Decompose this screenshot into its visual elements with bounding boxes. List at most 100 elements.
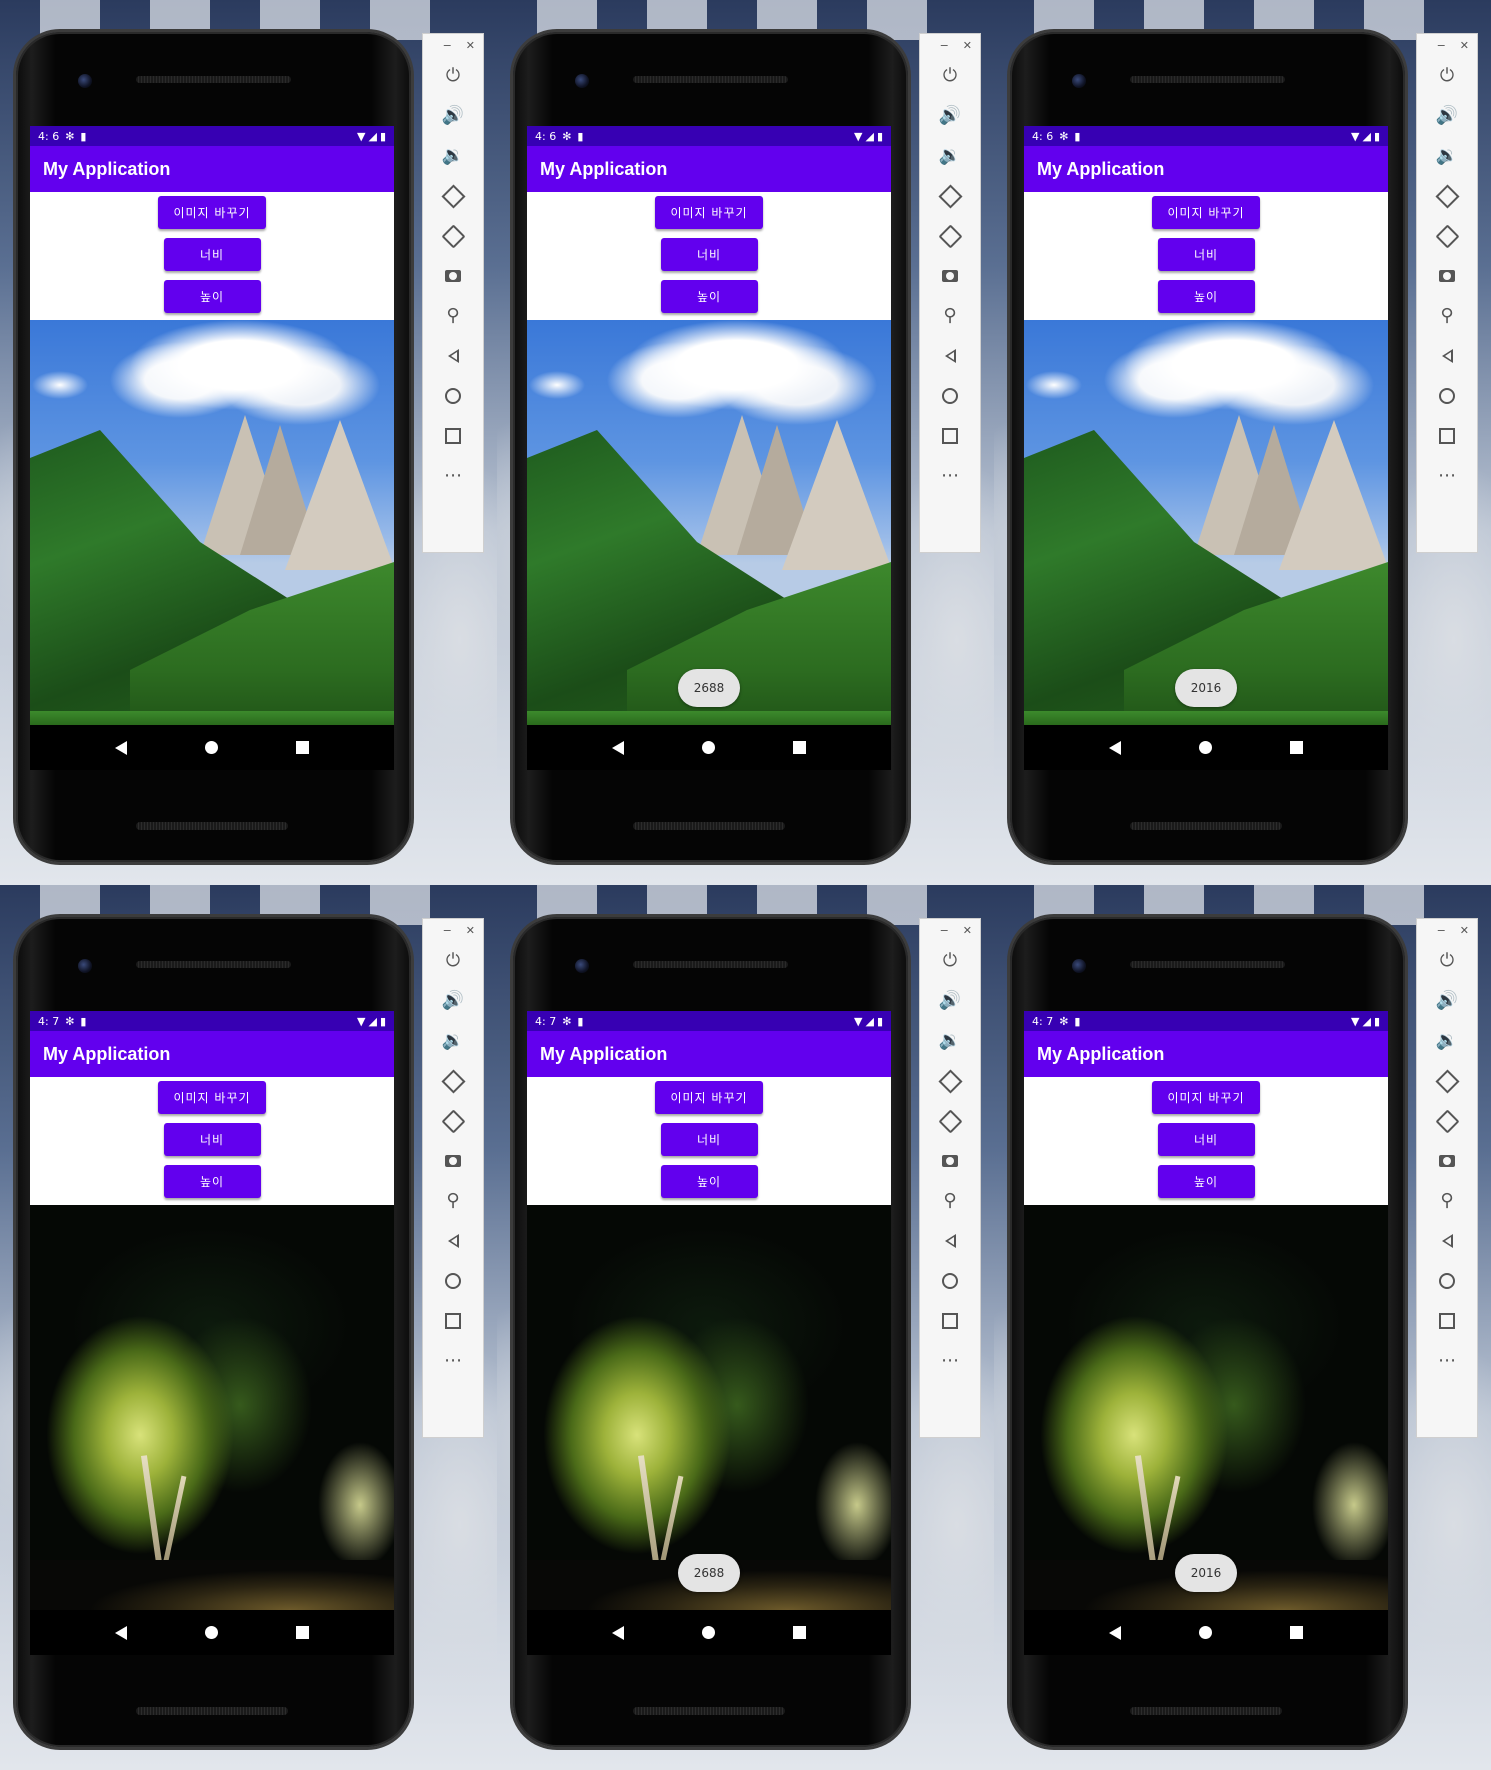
back-icon[interactable]: [115, 1625, 127, 1640]
zoom-icon[interactable]: ⚲: [441, 1189, 465, 1213]
minimize-icon[interactable]: −: [1437, 924, 1446, 937]
back-icon[interactable]: [1435, 344, 1459, 368]
rotate-left-icon[interactable]: [937, 183, 963, 209]
volume-down-icon[interactable]: 🔉: [441, 144, 465, 168]
home-icon[interactable]: [1435, 1269, 1459, 1293]
back-icon[interactable]: [938, 344, 962, 368]
volume-down-icon[interactable]: 🔉: [938, 144, 962, 168]
close-icon[interactable]: ✕: [1460, 924, 1469, 937]
width-button[interactable]: 너비: [163, 1123, 261, 1156]
more-icon[interactable]: ⋯: [1435, 1349, 1459, 1373]
device-screen[interactable]: 4: 7 ✻ ▮ ▼ ◢ ▮ My Application 이미지 바꾸기 너비: [527, 1011, 891, 1655]
power-icon[interactable]: ⏻: [441, 949, 465, 973]
change-image-button[interactable]: 이미지 바꾸기: [655, 196, 763, 229]
back-icon[interactable]: [612, 1625, 624, 1640]
width-button[interactable]: 너비: [660, 1123, 758, 1156]
rotate-right-icon[interactable]: [440, 1108, 466, 1134]
recents-icon[interactable]: [296, 741, 309, 754]
home-icon[interactable]: [702, 741, 715, 754]
change-image-button[interactable]: 이미지 바꾸기: [655, 1081, 763, 1114]
close-icon[interactable]: ✕: [1460, 39, 1469, 52]
back-icon[interactable]: [612, 740, 624, 755]
power-icon[interactable]: ⏻: [441, 64, 465, 88]
minimize-icon[interactable]: −: [940, 39, 949, 52]
home-icon[interactable]: [1199, 1626, 1212, 1639]
close-icon[interactable]: ✕: [466, 924, 475, 937]
power-icon[interactable]: ⏻: [1435, 949, 1459, 973]
back-icon[interactable]: [1435, 1229, 1459, 1253]
change-image-button[interactable]: 이미지 바꾸기: [158, 196, 266, 229]
width-button[interactable]: 너비: [1157, 1123, 1255, 1156]
height-button[interactable]: 높이: [163, 280, 261, 313]
overview-icon[interactable]: [938, 1309, 962, 1333]
minimize-icon[interactable]: −: [1437, 39, 1446, 52]
back-icon[interactable]: [1109, 740, 1121, 755]
back-icon[interactable]: [441, 1229, 465, 1253]
rotate-left-icon[interactable]: [1434, 183, 1460, 209]
screenshot-icon[interactable]: [1435, 264, 1459, 288]
device-screen[interactable]: 4: 6 ✻ ▮ ▼ ◢ ▮ My Application 이미지 바꾸기 너비: [527, 126, 891, 770]
back-icon[interactable]: [1109, 1625, 1121, 1640]
zoom-icon[interactable]: ⚲: [441, 304, 465, 328]
volume-down-icon[interactable]: 🔉: [938, 1029, 962, 1053]
zoom-icon[interactable]: ⚲: [1435, 1189, 1459, 1213]
power-icon[interactable]: ⏻: [938, 64, 962, 88]
home-icon[interactable]: [1199, 741, 1212, 754]
close-icon[interactable]: ✕: [466, 39, 475, 52]
change-image-button[interactable]: 이미지 바꾸기: [1152, 1081, 1260, 1114]
height-button[interactable]: 높이: [1157, 1165, 1255, 1198]
height-button[interactable]: 높이: [660, 1165, 758, 1198]
overview-icon[interactable]: [1435, 1309, 1459, 1333]
zoom-icon[interactable]: ⚲: [938, 1189, 962, 1213]
home-icon[interactable]: [1435, 384, 1459, 408]
recents-icon[interactable]: [793, 741, 806, 754]
rotate-left-icon[interactable]: [440, 183, 466, 209]
back-icon[interactable]: [441, 344, 465, 368]
overview-icon[interactable]: [938, 424, 962, 448]
zoom-icon[interactable]: ⚲: [938, 304, 962, 328]
volume-up-icon[interactable]: 🔊: [1435, 104, 1459, 128]
more-icon[interactable]: ⋯: [938, 1349, 962, 1373]
rotate-right-icon[interactable]: [1434, 1108, 1460, 1134]
rotate-left-icon[interactable]: [440, 1068, 466, 1094]
recents-icon[interactable]: [1290, 1626, 1303, 1639]
power-icon[interactable]: ⏻: [938, 949, 962, 973]
more-icon[interactable]: ⋯: [938, 464, 962, 488]
device-screen[interactable]: 4: 7 ✻ ▮ ▼ ◢ ▮ My Application 이미지 바꾸기 너비: [1024, 1011, 1388, 1655]
screenshot-icon[interactable]: [441, 1149, 465, 1173]
width-button[interactable]: 너비: [660, 238, 758, 271]
rotate-right-icon[interactable]: [937, 1108, 963, 1134]
close-icon[interactable]: ✕: [963, 39, 972, 52]
recents-icon[interactable]: [1290, 741, 1303, 754]
volume-up-icon[interactable]: 🔊: [938, 989, 962, 1013]
device-screen[interactable]: 4: 7 ✻ ▮ ▼ ◢ ▮ My Application 이미지 바꾸기 너비: [30, 1011, 394, 1655]
volume-up-icon[interactable]: 🔊: [441, 104, 465, 128]
home-icon[interactable]: [938, 1269, 962, 1293]
rotate-left-icon[interactable]: [937, 1068, 963, 1094]
volume-up-icon[interactable]: 🔊: [938, 104, 962, 128]
device-screen[interactable]: 4: 6 ✻ ▮ ▼ ◢ ▮ My Application 이미지 바꾸기 너비: [30, 126, 394, 770]
rotate-right-icon[interactable]: [440, 223, 466, 249]
more-icon[interactable]: ⋯: [441, 464, 465, 488]
rotate-left-icon[interactable]: [1434, 1068, 1460, 1094]
back-icon[interactable]: [938, 1229, 962, 1253]
volume-down-icon[interactable]: 🔉: [1435, 1029, 1459, 1053]
screenshot-icon[interactable]: [441, 264, 465, 288]
rotate-right-icon[interactable]: [937, 223, 963, 249]
device-screen[interactable]: 4: 6 ✻ ▮ ▼ ◢ ▮ My Application 이미지 바꾸기 너비: [1024, 126, 1388, 770]
change-image-button[interactable]: 이미지 바꾸기: [1152, 196, 1260, 229]
change-image-button[interactable]: 이미지 바꾸기: [158, 1081, 266, 1114]
home-icon[interactable]: [205, 741, 218, 754]
screenshot-icon[interactable]: [1435, 1149, 1459, 1173]
power-icon[interactable]: ⏻: [1435, 64, 1459, 88]
recents-icon[interactable]: [296, 1626, 309, 1639]
home-icon[interactable]: [441, 1269, 465, 1293]
volume-down-icon[interactable]: 🔉: [1435, 144, 1459, 168]
minimize-icon[interactable]: −: [940, 924, 949, 937]
height-button[interactable]: 높이: [163, 1165, 261, 1198]
more-icon[interactable]: ⋯: [441, 1349, 465, 1373]
height-button[interactable]: 높이: [660, 280, 758, 313]
screenshot-icon[interactable]: [938, 1149, 962, 1173]
overview-icon[interactable]: [1435, 424, 1459, 448]
volume-down-icon[interactable]: 🔉: [441, 1029, 465, 1053]
